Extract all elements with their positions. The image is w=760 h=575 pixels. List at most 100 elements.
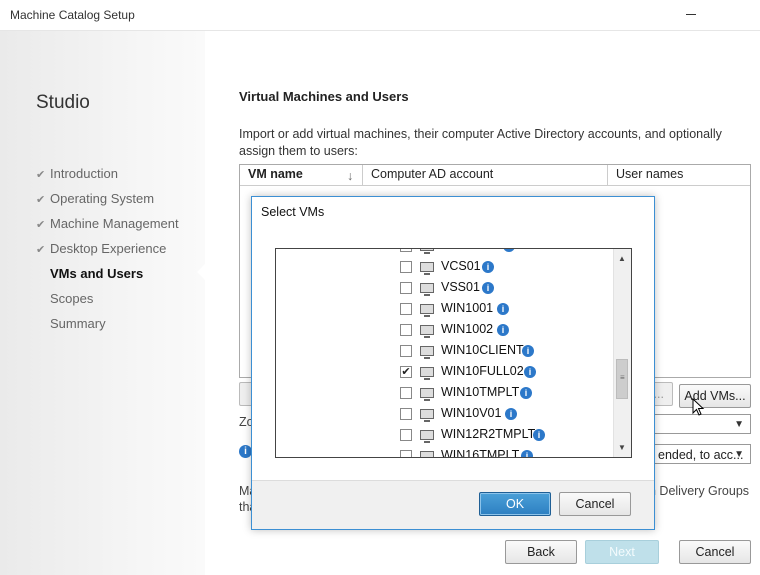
step-introduction: ✔ Introduction — [36, 165, 179, 190]
vm-monitor-icon — [420, 388, 434, 401]
chevron-down-icon: ▼ — [734, 449, 744, 460]
list-item[interactable]: WIN1002 i — [400, 321, 610, 341]
brand-title: Studio — [36, 92, 90, 113]
window-title: Machine Catalog Setup — [10, 8, 135, 22]
vm-list[interactable]: vcenter02 i VCS01 i VSS01 i WIN1001 i WI… — [275, 248, 632, 458]
list-item[interactable]: VCS01 i — [400, 258, 610, 278]
window-titlebar: Machine Catalog Setup — [0, 0, 760, 31]
vm-monitor-icon — [420, 325, 434, 338]
vm-checkbox[interactable] — [400, 282, 412, 294]
dialog-title: Select VMs — [261, 205, 325, 219]
info-icon[interactable]: i — [503, 249, 515, 252]
vm-checkbox[interactable] — [400, 429, 412, 441]
vm-checkbox[interactable] — [400, 249, 412, 252]
page-heading: Virtual Machines and Users — [239, 89, 409, 104]
grip-icon: ≡ — [620, 373, 625, 382]
mouse-cursor-icon — [692, 398, 705, 416]
info-icon[interactable]: i — [482, 261, 494, 273]
step-vms-and-users: VMs and Users — [50, 266, 144, 281]
vm-name: WIN12R2TMPLT — [441, 427, 536, 441]
step-summary: Summary — [50, 316, 106, 331]
list-item[interactable]: WIN10CLIENT i — [400, 342, 610, 362]
vm-monitor-icon — [420, 409, 434, 422]
info-icon[interactable]: i — [521, 450, 533, 457]
vm-name: VSS01 — [441, 280, 480, 294]
column-divider — [607, 165, 608, 185]
vm-name: WIN1002 — [441, 322, 494, 336]
info-icon[interactable]: i — [533, 429, 545, 441]
vm-checkbox[interactable] — [400, 324, 412, 336]
step-operating-system: ✔ Operating System — [36, 190, 179, 215]
vm-name: WIN10CLIENT — [441, 343, 524, 357]
vm-monitor-icon — [420, 283, 434, 296]
vm-name: WIN16TMPLT — [441, 448, 520, 458]
list-item[interactable]: WIN10TMPLT i — [400, 384, 610, 404]
vm-monitor-icon — [420, 430, 434, 443]
step-desktop-experience: ✔ Desktop Experience — [36, 240, 179, 265]
page-description: Import or add virtual machines, their co… — [239, 127, 722, 158]
checkmark-icon: ✔ — [36, 219, 46, 231]
list-item[interactable]: WIN1001 i — [400, 300, 610, 320]
vm-checkbox[interactable]: ✔ — [400, 366, 412, 378]
info-icon[interactable]: i — [497, 324, 509, 336]
checkmark-icon: ✔ — [36, 169, 46, 181]
checkmark-icon: ✔ — [36, 194, 46, 206]
vm-name: WIN10FULL02 — [441, 364, 524, 378]
list-item[interactable]: WIN16TMPLT i — [400, 447, 610, 458]
vm-monitor-icon — [420, 262, 434, 275]
vm-checkbox[interactable] — [400, 345, 412, 357]
cancel-button[interactable]: Cancel — [679, 540, 751, 564]
vm-monitor-icon — [420, 249, 434, 254]
vm-checkbox[interactable] — [400, 450, 412, 457]
info-icon[interactable]: i — [520, 387, 532, 399]
add-vms-button[interactable]: Add VMs... — [679, 384, 751, 408]
vm-name: WIN10V01 — [441, 406, 502, 420]
vm-checkbox[interactable] — [400, 261, 412, 273]
column-computer-ad-account[interactable]: Computer AD account — [371, 167, 493, 181]
list-item[interactable]: WIN12R2TMPLT i — [400, 426, 610, 446]
list-item[interactable]: ✔ WIN10FULL02 i — [400, 363, 610, 383]
dialog-cancel-button[interactable]: Cancel — [559, 492, 631, 516]
ok-button[interactable]: OK — [479, 492, 551, 516]
vm-checkbox[interactable] — [400, 303, 412, 315]
vm-name: VCS01 — [441, 259, 481, 273]
vm-checkbox[interactable] — [400, 387, 412, 399]
table-header: VM name ↓ Computer AD account User names — [240, 165, 750, 186]
info-icon[interactable]: i — [497, 303, 509, 315]
vm-monitor-icon — [420, 304, 434, 317]
list-item[interactable]: WIN10V01 i — [400, 405, 610, 425]
vm-list-scrollbar[interactable]: ▲ ≡ ▼ — [613, 249, 631, 457]
vm-monitor-icon — [420, 367, 434, 380]
step-scopes: Scopes — [50, 291, 94, 306]
column-vm-name[interactable]: VM name — [248, 167, 303, 181]
select-vms-dialog: Select VMs vcenter02 i VCS01 i VSS01 i W… — [251, 196, 655, 530]
vm-name: WIN10TMPLT — [441, 385, 520, 399]
scroll-thumb[interactable]: ≡ — [616, 359, 628, 399]
note-text-right: n Delivery Groups — [649, 484, 750, 498]
minimize-icon[interactable] — [686, 14, 696, 15]
wizard-sidebar: Studio ✔ Introduction ✔ Operating System ✔… — [0, 31, 205, 575]
assignment-dropdown[interactable]: ended, to acc... ▼ — [651, 444, 751, 464]
info-icon[interactable]: i — [524, 366, 536, 378]
list-item[interactable]: vcenter02 i — [400, 249, 610, 257]
info-icon[interactable]: i — [505, 408, 517, 420]
chevron-down-icon: ▼ — [734, 419, 744, 430]
scroll-down-icon[interactable]: ▼ — [618, 443, 626, 452]
info-icon[interactable]: i — [522, 345, 534, 357]
next-button[interactable]: Next — [585, 540, 659, 564]
back-button[interactable]: Back — [505, 540, 577, 564]
column-divider — [362, 165, 363, 185]
assignment-dropdown-value: ended, to acc... — [658, 448, 744, 462]
vm-name: WIN1001 — [441, 301, 494, 315]
vm-monitor-icon — [420, 346, 434, 359]
wizard-steps: ✔ Introduction ✔ Operating System ✔ Machine… — [36, 165, 179, 340]
dialog-footer: OK Cancel — [252, 480, 654, 529]
column-user-names[interactable]: User names — [616, 167, 683, 181]
scroll-up-icon[interactable]: ▲ — [618, 254, 626, 263]
sort-down-icon[interactable]: ↓ — [347, 169, 353, 183]
info-icon[interactable]: i — [482, 282, 494, 294]
vm-name: vcenter02 — [441, 249, 496, 252]
list-item[interactable]: VSS01 i — [400, 279, 610, 299]
vm-monitor-icon — [420, 451, 434, 457]
vm-checkbox[interactable] — [400, 408, 412, 420]
